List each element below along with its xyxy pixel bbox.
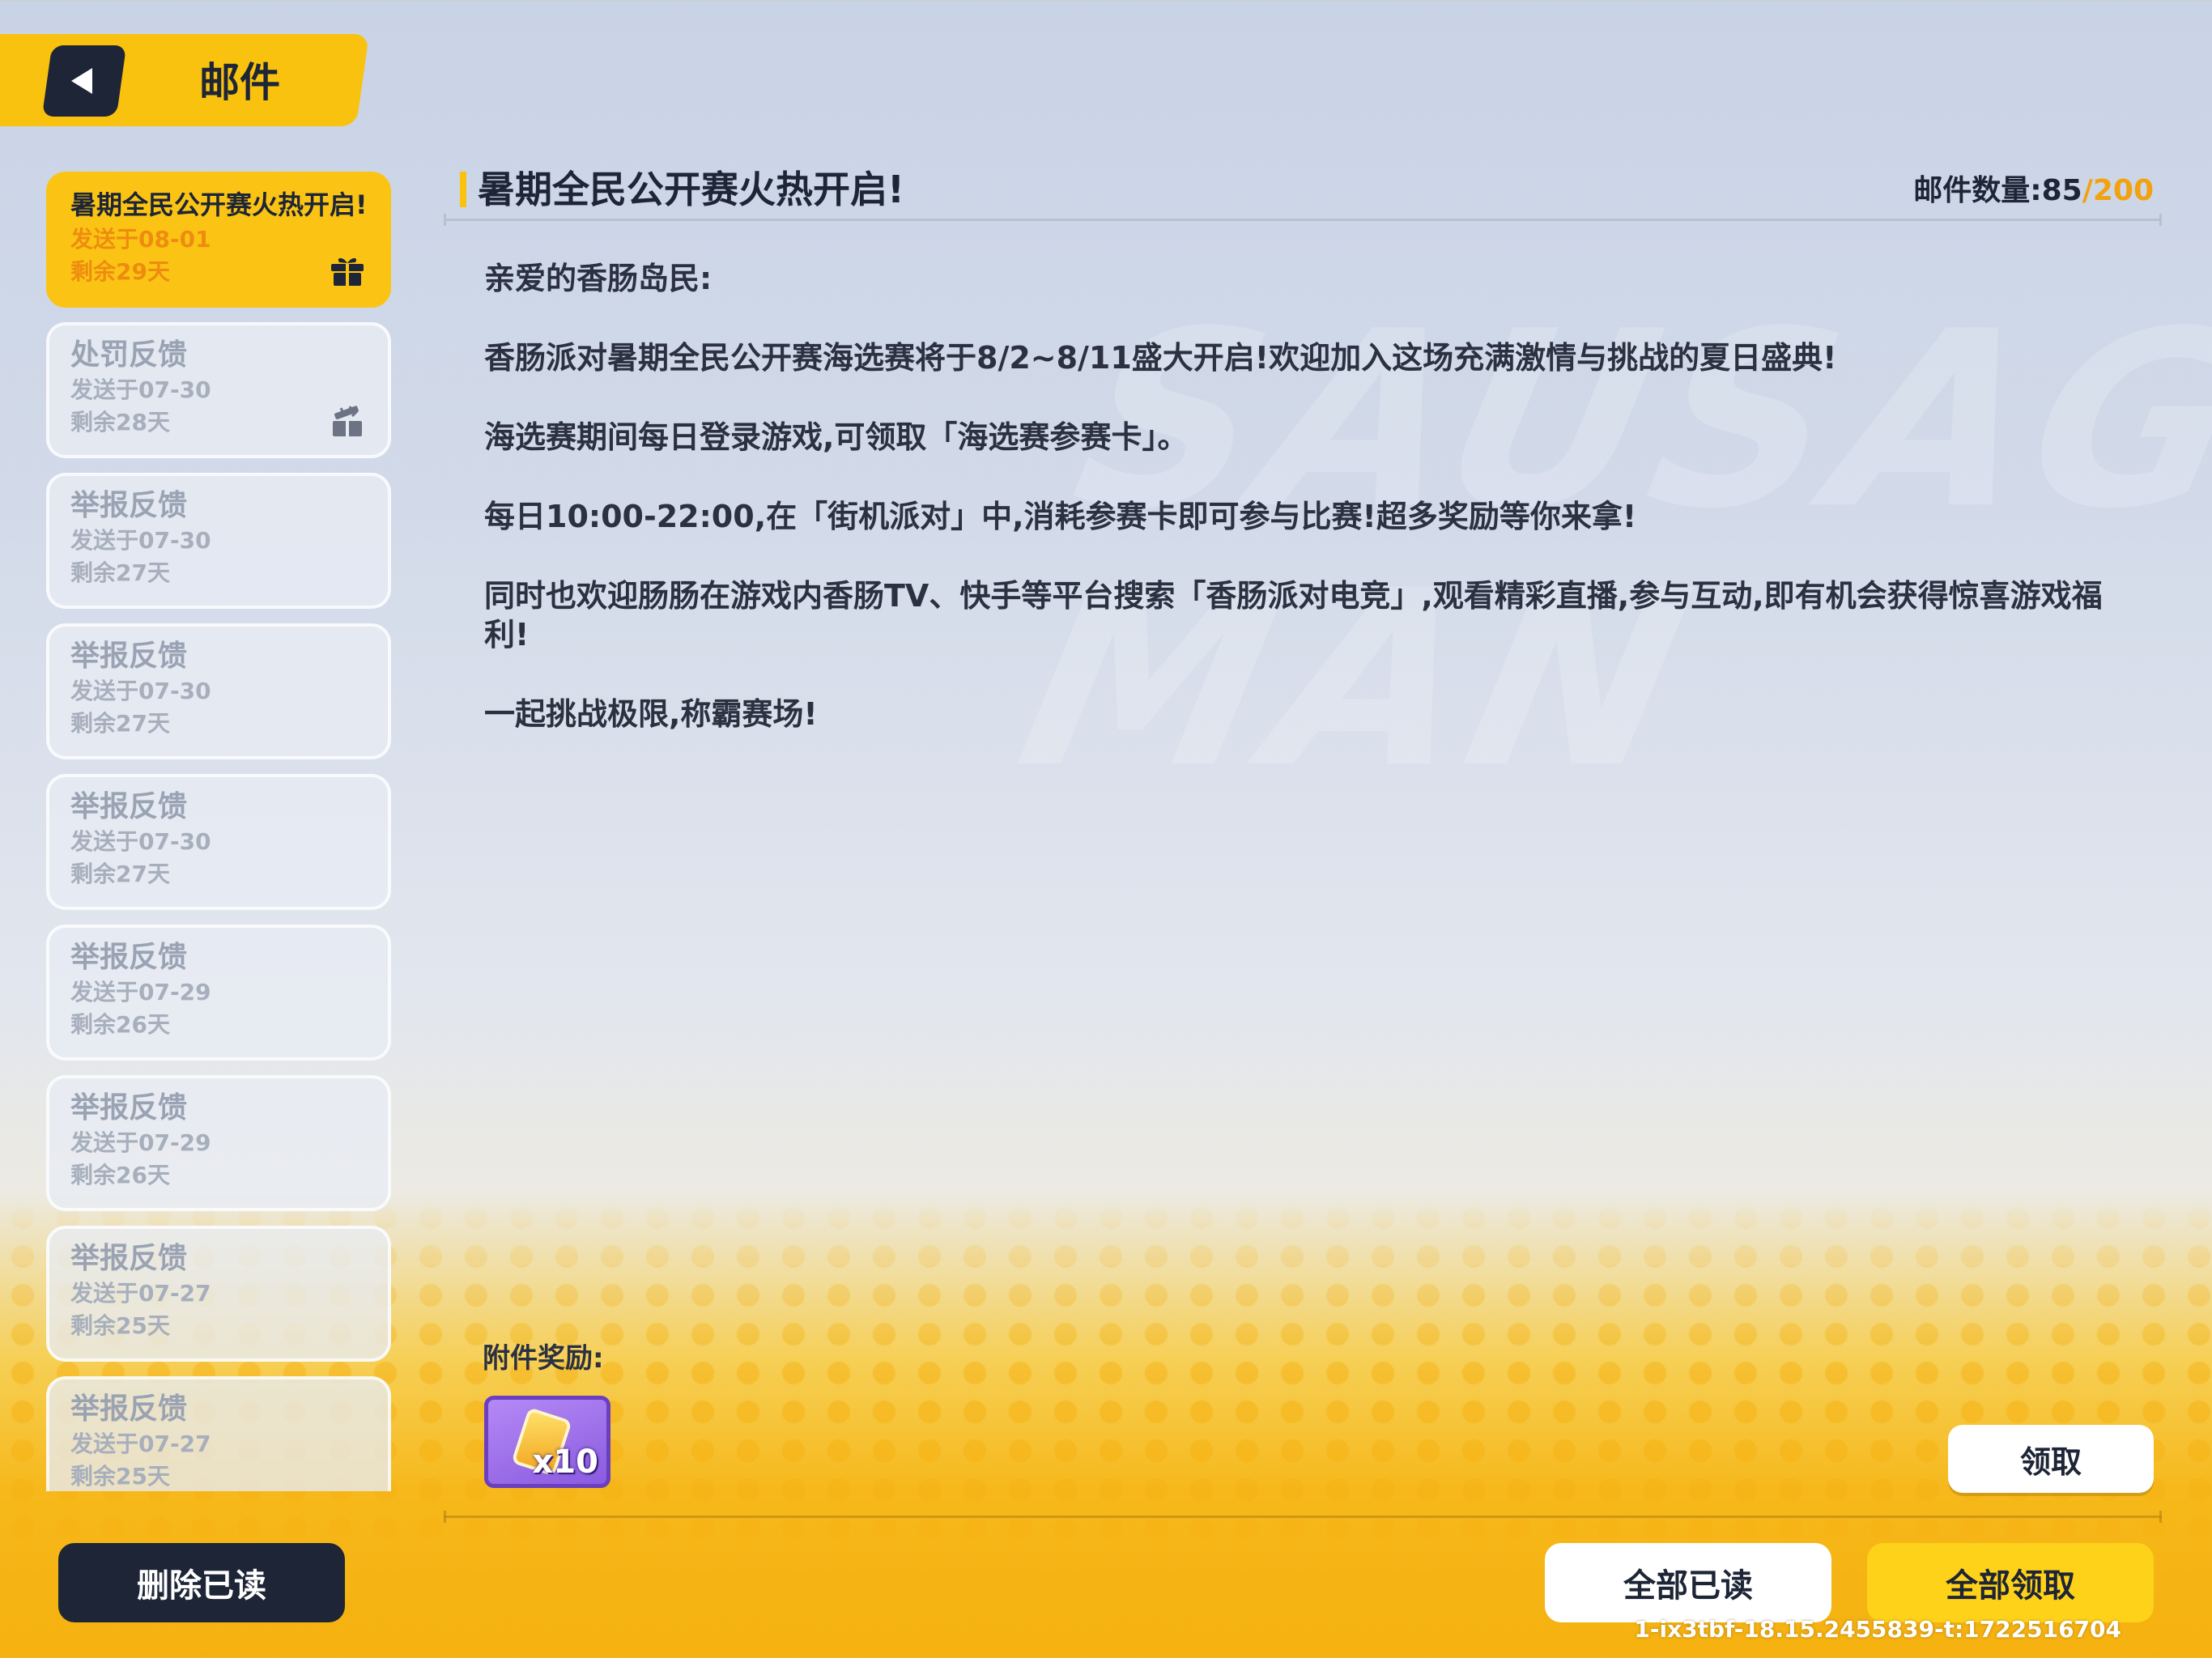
mail-item-title: 举报反馈: [70, 941, 188, 974]
mail-item-title: 举报反馈: [70, 790, 188, 823]
mail-item-title: 举报反馈: [70, 489, 188, 522]
mail-paragraph: 一起挑战极限,称霸赛场!: [484, 696, 818, 732]
mail-item-date: 发送于07-27: [70, 1431, 211, 1457]
mail-item-remaining: 剩余26天: [70, 1011, 170, 1038]
mail-item-remaining: 剩余25天: [70, 1463, 170, 1490]
mail-item-active[interactable]: 暑期全民公开赛火热开启! 发送于08-01 剩余29天: [46, 172, 391, 308]
mail-item[interactable]: 举报反馈 发送于07-27 剩余25天: [46, 1376, 391, 1491]
delete-read-button[interactable]: 删除已读: [58, 1543, 345, 1622]
mail-item-title: 举报反馈: [70, 640, 188, 673]
mail-count: 邮件数量:85/200: [1913, 172, 2154, 210]
mail-paragraph: 亲爱的香肠岛民:: [484, 261, 713, 296]
reward-quantity: x10: [532, 1443, 598, 1481]
mail-paragraph: 香肠派对暑期全民公开赛海选赛将于8/2~8/11盛大开启!欢迎加入这场充满激情与…: [484, 340, 1837, 376]
version-string: 1-ix3tbf-18.15.2455839-t:1722516704: [1634, 1616, 2121, 1643]
mail-item[interactable]: 举报反馈 发送于07-30 剩余27天: [46, 473, 391, 609]
back-button[interactable]: [41, 45, 127, 117]
divider-bottom: [444, 1511, 2162, 1523]
page-title: 邮件: [199, 59, 280, 106]
mail-item-date: 发送于07-30: [70, 527, 211, 554]
mail-item-remaining: 剩余27天: [70, 710, 170, 737]
mail-item-date: 发送于07-30: [70, 376, 211, 403]
mail-item-remaining: 剩余26天: [70, 1162, 170, 1188]
mail-item[interactable]: 举报反馈 发送于07-29 剩余26天: [46, 925, 391, 1061]
mail-item-title: 处罚反馈: [70, 338, 188, 372]
claim-all-button[interactable]: 全部领取: [1867, 1543, 2154, 1622]
read-all-button[interactable]: 全部已读: [1545, 1543, 1831, 1622]
mail-item-title: 举报反馈: [70, 1242, 188, 1275]
mail-item[interactable]: 处罚反馈 发送于07-30 剩余28天: [46, 322, 391, 458]
mail-item-title: 举报反馈: [70, 1392, 188, 1426]
mail-paragraph: 同时也欢迎肠肠在游戏内香肠TV、快手等平台搜索「香肠派对电竞」,观看精彩直播,参…: [484, 578, 2103, 653]
mail-item-date: 发送于08-01: [70, 226, 211, 253]
opened-gift-icon: [333, 406, 362, 436]
mail-item[interactable]: 举报反馈 发送于07-27 剩余25天: [46, 1226, 391, 1362]
mail-paragraph: 每日10:00-22:00,在「街机派对」中,消耗参赛卡即可参与比赛!超多奖励等…: [484, 499, 1637, 534]
mail-item-remaining: 剩余27天: [70, 861, 170, 887]
mail-item[interactable]: 举报反馈 发送于07-30 剩余27天: [46, 774, 391, 910]
back-arrow-icon: [71, 68, 92, 94]
attachment-reward-item[interactable]: x10: [484, 1396, 610, 1488]
mail-count-current: 85: [2041, 174, 2082, 207]
mail-paragraph: 海选赛期间每日登录游戏,可领取「海选赛参赛卡」。: [484, 419, 1189, 455]
mail-body: 亲爱的香肠岛民: 香肠派对暑期全民公开赛海选赛将于8/2~8/11盛大开启!欢迎…: [484, 259, 2120, 774]
mail-item-date: 发送于07-29: [70, 979, 211, 1005]
mail-item-title: 暑期全民公开赛火热开启!: [70, 189, 368, 220]
mail-item-title: 举报反馈: [70, 1091, 188, 1124]
mail-item-remaining: 剩余27天: [70, 559, 170, 586]
title-accent-bar: [460, 172, 466, 207]
mail-item-date: 发送于07-29: [70, 1129, 211, 1156]
mail-count-label: 邮件数量:: [1913, 174, 2042, 207]
mail-title: 暑期全民公开赛火热开启!: [478, 168, 904, 211]
mail-item-date: 发送于07-30: [70, 678, 211, 704]
divider-top: [444, 214, 2162, 226]
mail-item-date: 发送于07-27: [70, 1280, 211, 1307]
mail-count-max: /200: [2082, 174, 2154, 207]
gift-icon: [331, 257, 364, 286]
mail-item-remaining: 剩余25天: [70, 1312, 170, 1339]
attachment-label: 附件奖励:: [483, 1342, 604, 1375]
mail-list[interactable]: 暑期全民公开赛火热开启! 发送于08-01 剩余29天 处罚反馈 发送于07-3…: [46, 172, 391, 1491]
mail-item[interactable]: 举报反馈 发送于07-29 剩余26天: [46, 1075, 391, 1211]
mail-item[interactable]: 举报反馈 发送于07-30 剩余27天: [46, 623, 391, 759]
mail-item-date: 发送于07-30: [70, 828, 211, 855]
claim-button[interactable]: 领取: [1948, 1425, 2154, 1493]
